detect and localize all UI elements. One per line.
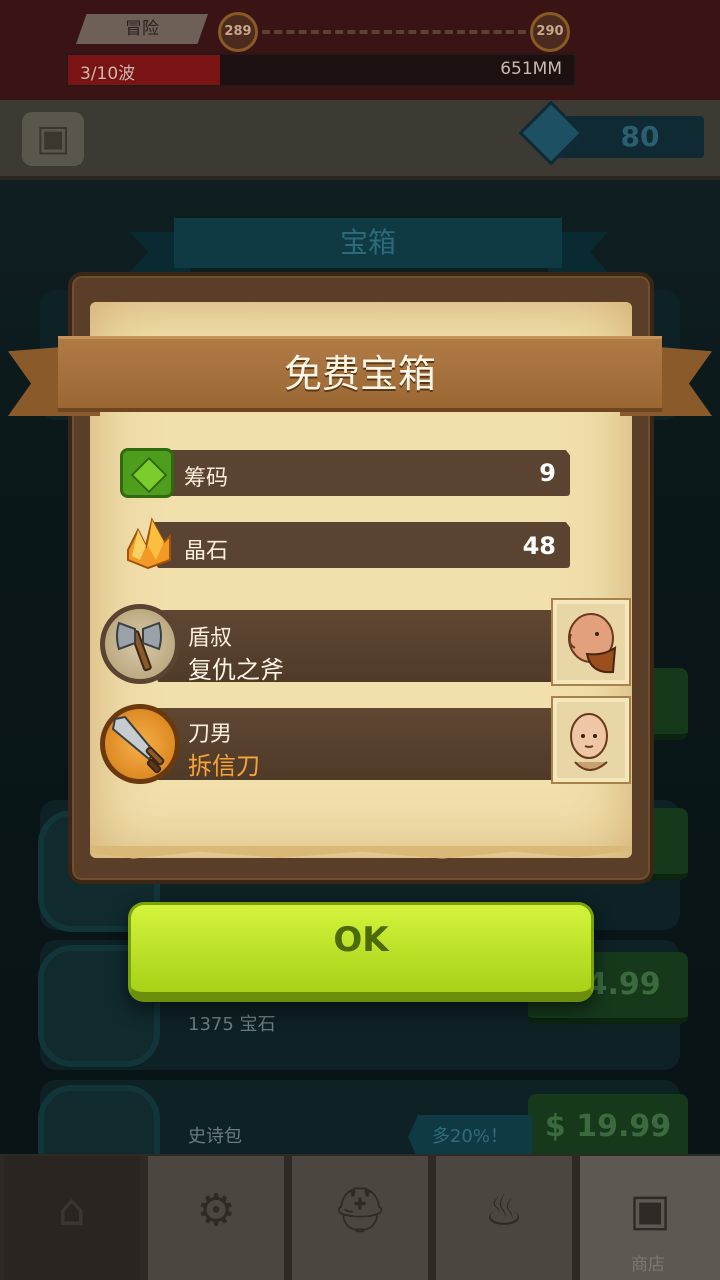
reward-value: 9 <box>539 459 556 487</box>
cauldron-icon: ♨ <box>484 1185 524 1236</box>
reward-value: 48 <box>522 532 556 560</box>
wave-counter: 3/10波 <box>80 64 136 84</box>
next-level-badge: 290 <box>530 12 570 52</box>
shop-item-label: 1375 宝石 <box>188 1014 276 1035</box>
bonus-badge: 多20%！ <box>408 1115 532 1159</box>
wave-progress-bar: 3/10波 651MM <box>66 53 576 87</box>
shop-section-title: 宝箱 <box>174 218 562 268</box>
treasure-chest-icon: ▣ <box>629 1185 671 1236</box>
hero-name: 刀男 <box>188 722 233 747</box>
chip-icon <box>120 448 174 498</box>
nav-tab-cauldron[interactable]: ♨ <box>436 1156 576 1280</box>
nav-tab-heroes[interactable]: ⛑ <box>292 1156 432 1280</box>
weapon-name: 拆信刀 <box>188 752 260 780</box>
axe-icon <box>116 621 162 672</box>
nav-tab-gear[interactable]: ⚙ <box>148 1156 288 1280</box>
crystal-icon <box>127 517 171 570</box>
hero-name: 盾叔 <box>188 626 233 651</box>
weapon-badge <box>100 604 180 684</box>
shop-item-label: 史诗包 <box>188 1126 242 1147</box>
home-icon: ⌂ <box>58 1185 86 1236</box>
hero-portrait <box>553 600 629 684</box>
mode-tag: 冒险 <box>76 14 208 44</box>
gear-icon: ⚙ <box>196 1185 236 1236</box>
distance-readout: 651MM <box>500 59 562 79</box>
bearded-hero-avatar <box>568 613 617 674</box>
helmet-icon: ⛑ <box>332 1185 388 1236</box>
level-progress-track <box>262 30 526 34</box>
dialog-title: 免费宝箱 <box>283 352 436 396</box>
reward-label: 晶石 <box>184 539 229 564</box>
weapon-name: 复仇之斧 <box>188 656 284 684</box>
sword-icon <box>111 715 165 774</box>
nav-shop-label: 商店 <box>631 1255 665 1275</box>
ok-button-label[interactable]: OK <box>128 920 594 960</box>
reward-label: 筹码 <box>184 466 229 491</box>
weapon-badge <box>100 704 180 784</box>
gem-count: 80 <box>620 120 660 153</box>
current-level-badge: 289 <box>218 12 258 52</box>
hero-portrait <box>553 698 629 782</box>
bald-hero-avatar <box>570 713 608 771</box>
locked-chest-icon[interactable]: ▣ <box>22 112 84 166</box>
nav-tab-home[interactable]: ⌂ <box>4 1156 144 1280</box>
